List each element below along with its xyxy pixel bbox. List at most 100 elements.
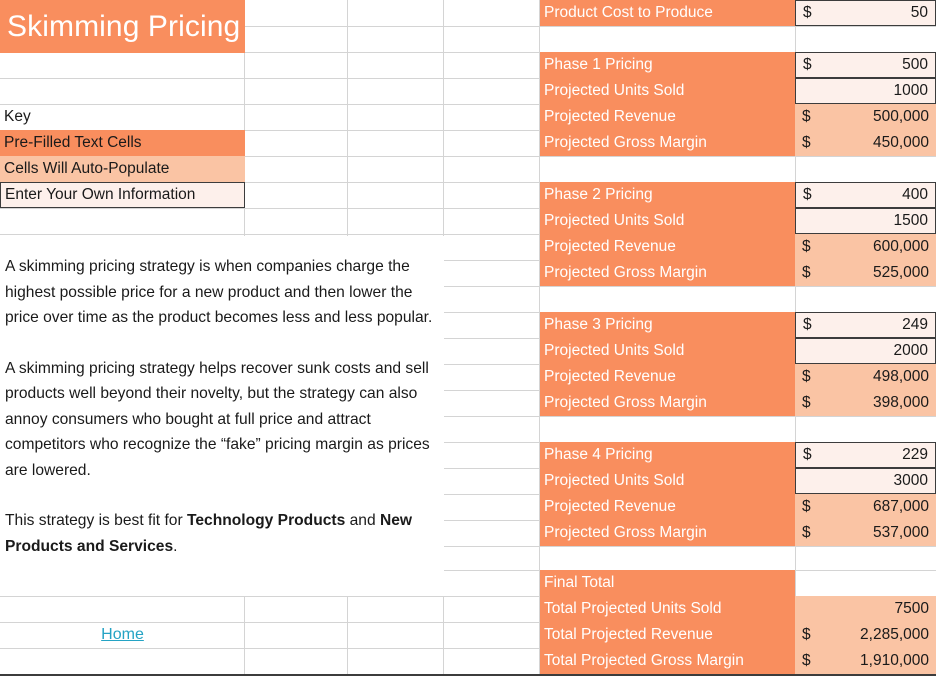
phase-3-units-label-text: Projected Units Sold: [544, 342, 685, 359]
phase-1-price-value-cell[interactable]: $ 500: [795, 52, 936, 78]
phase-4-price-value: 229: [902, 446, 928, 463]
page-title: Skimming Pricing: [0, 0, 245, 53]
phase-1-revenue-value-cell: $ 500,000: [795, 104, 936, 130]
phase-1-price-label: Phase 1 Pricing: [540, 52, 795, 78]
phase-1-price-value: 500: [902, 56, 928, 73]
phase-1-revenue-label-text: Projected Revenue: [544, 108, 676, 125]
final-total-heading: Final Total: [540, 570, 795, 596]
phase-4-revenue-currency-symbol: $: [802, 498, 811, 515]
cost-currency-symbol: $: [803, 4, 812, 21]
description-p3-suffix: .: [173, 537, 178, 555]
final-margin-label-text: Total Projected Gross Margin: [544, 652, 744, 669]
description-paragraph-1: A skimming pricing strategy is when comp…: [5, 258, 433, 326]
phase-1-price-currency-symbol: $: [803, 56, 812, 73]
phase-2-revenue-label: Projected Revenue: [540, 234, 795, 260]
phase-1-revenue-currency-symbol: $: [802, 108, 811, 125]
key-item-pre-filled: Pre-Filled Text Cells: [0, 130, 245, 156]
phase-2-units-value: 1500: [893, 212, 928, 229]
phase-4-revenue-value: 687,000: [872, 498, 929, 515]
final-margin-label: Total Projected Gross Margin: [540, 648, 795, 674]
final-units-label: Total Projected Units Sold: [540, 596, 795, 622]
final-margin-value: 1,910,000: [860, 652, 929, 669]
phase-3-margin-label-text: Projected Gross Margin: [544, 394, 707, 411]
phase-1-units-label: Projected Units Sold: [540, 78, 795, 104]
key-item-pre-filled-label: Pre-Filled Text Cells: [4, 134, 142, 151]
phase-4-margin-currency-symbol: $: [802, 524, 811, 541]
description-text-block: A skimming pricing strategy is when comp…: [0, 236, 444, 596]
phase-4-units-label: Projected Units Sold: [540, 468, 795, 494]
final-margin-currency-symbol: $: [802, 652, 811, 669]
final-units-label-text: Total Projected Units Sold: [544, 600, 722, 617]
phase-4-units-value-cell[interactable]: 3000: [795, 468, 936, 494]
phase-2-revenue-value-cell: $ 600,000: [795, 234, 936, 260]
cost-label-text: Product Cost to Produce: [544, 4, 713, 21]
phase-3-margin-value: 398,000: [872, 394, 929, 411]
description-p3-bold-1: Technology Products: [187, 512, 346, 529]
phase-3-units-value-cell[interactable]: 2000: [795, 338, 936, 364]
phase-3-price-label: Phase 3 Pricing: [540, 312, 795, 338]
phase-3-price-currency-symbol: $: [803, 316, 812, 333]
phase-4-price-label: Phase 4 Pricing: [540, 442, 795, 468]
phase-2-units-label: Projected Units Sold: [540, 208, 795, 234]
final-revenue-currency-symbol: $: [802, 626, 811, 643]
phase-1-margin-currency-symbol: $: [802, 134, 811, 151]
phase-2-margin-value-cell: $ 525,000: [795, 260, 936, 286]
key-heading: Key: [0, 104, 245, 130]
phase-3-revenue-label-text: Projected Revenue: [544, 368, 676, 385]
phase-1-revenue-value: 500,000: [872, 108, 929, 125]
phase-2-revenue-currency-symbol: $: [802, 238, 811, 255]
phase-1-margin-value-cell: $ 450,000: [795, 130, 936, 156]
spreadsheet-canvas: Skimming Pricing Key Pre-Filled Text Cel…: [0, 0, 936, 676]
description-paragraph-2: A skimming pricing strategy helps recove…: [5, 359, 430, 479]
phase-1-margin-label-text: Projected Gross Margin: [544, 134, 707, 151]
phase-3-margin-currency-symbol: $: [802, 394, 811, 411]
cost-label: Product Cost to Produce: [540, 0, 795, 26]
phase-1-revenue-label: Projected Revenue: [540, 104, 795, 130]
phase-4-price-value-cell[interactable]: $ 229: [795, 442, 936, 468]
final-margin-value-cell: $ 1,910,000: [795, 648, 936, 674]
page-title-text: Skimming Pricing: [7, 9, 241, 43]
home-link-cell[interactable]: Home: [0, 622, 245, 648]
phase-4-margin-value: 537,000: [872, 524, 929, 541]
phase-2-price-label: Phase 2 Pricing: [540, 182, 795, 208]
phase-3-price-label-text: Phase 3 Pricing: [544, 316, 653, 333]
cost-value-cell[interactable]: $ 50: [795, 0, 936, 26]
phase-2-price-value: 400: [902, 186, 928, 203]
phase-3-margin-label: Projected Gross Margin: [540, 390, 795, 416]
phase-2-price-value-cell[interactable]: $ 400: [795, 182, 936, 208]
phase-2-margin-currency-symbol: $: [802, 264, 811, 281]
cost-value: 50: [910, 4, 928, 21]
phase-2-units-label-text: Projected Units Sold: [544, 212, 685, 229]
phase-1-margin-label: Projected Gross Margin: [540, 130, 795, 156]
phase-1-units-value: 1000: [893, 82, 928, 99]
phase-3-margin-value-cell: $ 398,000: [795, 390, 936, 416]
phase-2-revenue-label-text: Projected Revenue: [544, 238, 676, 255]
phase-1-units-value-cell[interactable]: 1000: [795, 78, 936, 104]
key-heading-text: Key: [4, 108, 31, 125]
phase-3-revenue-value-cell: $ 498,000: [795, 364, 936, 390]
phase-4-price-label-text: Phase 4 Pricing: [544, 446, 653, 463]
key-item-auto-populate: Cells Will Auto-Populate: [0, 156, 245, 182]
phase-2-units-value-cell[interactable]: 1500: [795, 208, 936, 234]
final-revenue-value: 2,285,000: [860, 626, 929, 643]
key-item-auto-populate-label: Cells Will Auto-Populate: [4, 160, 170, 177]
key-item-user-input-label: Enter Your Own Information: [5, 186, 196, 203]
phase-3-units-label: Projected Units Sold: [540, 338, 795, 364]
home-link[interactable]: Home: [101, 626, 144, 644]
phase-2-margin-value: 525,000: [872, 264, 929, 281]
phase-4-margin-value-cell: $ 537,000: [795, 520, 936, 546]
phase-2-price-label-text: Phase 2 Pricing: [544, 186, 653, 203]
phase-4-units-value: 3000: [893, 472, 928, 489]
description-paragraph-3: This strategy is best fit for Technology…: [5, 508, 434, 559]
phase-4-margin-label-text: Projected Gross Margin: [544, 524, 707, 541]
final-revenue-label-text: Total Projected Revenue: [544, 626, 713, 643]
description-p3-prefix: This strategy is best fit for: [5, 512, 187, 529]
phase-2-margin-label-text: Projected Gross Margin: [544, 264, 707, 281]
phase-4-revenue-value-cell: $ 687,000: [795, 494, 936, 520]
final-revenue-label: Total Projected Revenue: [540, 622, 795, 648]
phase-4-price-currency-symbol: $: [803, 446, 812, 463]
final-units-value-cell: 7500: [795, 596, 936, 622]
phase-1-margin-value: 450,000: [872, 134, 929, 151]
final-units-value: 7500: [894, 600, 929, 617]
phase-3-price-value-cell[interactable]: $ 249: [795, 312, 936, 338]
